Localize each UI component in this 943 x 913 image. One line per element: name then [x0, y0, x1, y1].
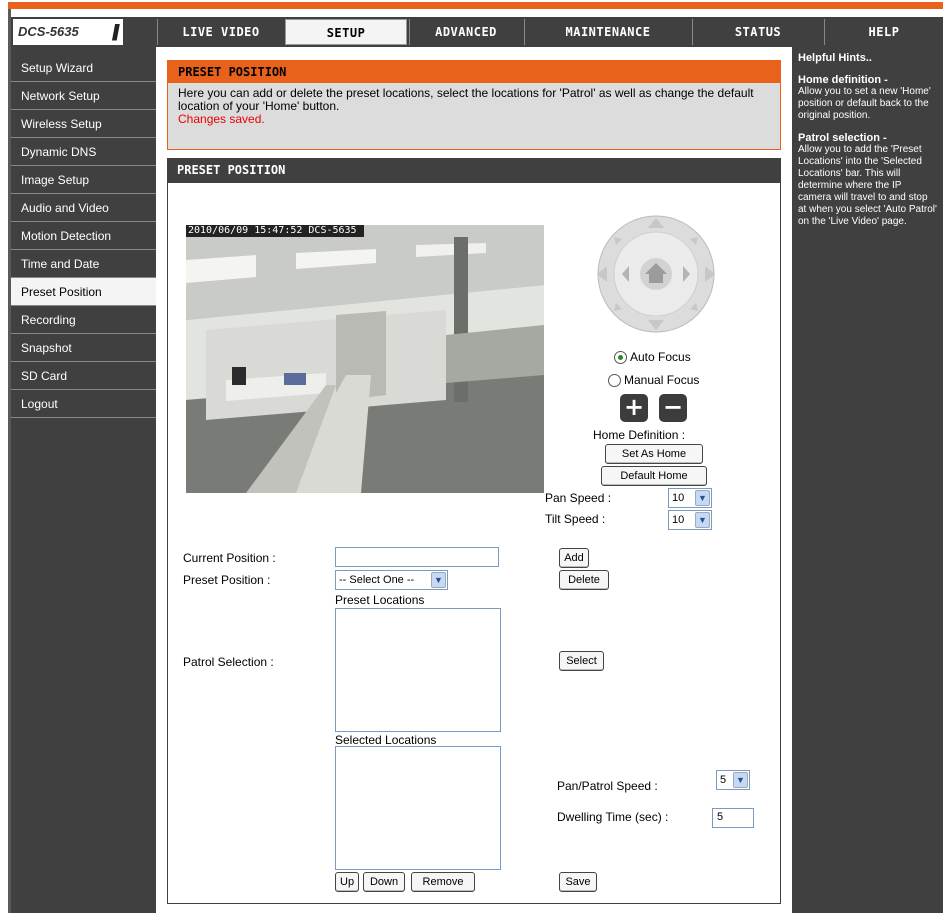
status-message: Changes saved. [178, 112, 265, 126]
preset-position-select[interactable]: -- Select One -- ▼ [335, 570, 448, 590]
tab-live-video[interactable]: LIVE VIDEO [158, 19, 284, 45]
help-patrol-title: Patrol selection - [798, 132, 887, 144]
sidebar-item-snapshot[interactable]: Snapshot [11, 334, 156, 362]
camera-view: 2010/06/09 15:47:52 DCS-5635 [186, 225, 544, 493]
dwelling-time-input[interactable]: 5 [712, 808, 754, 828]
sidebar-item-setup-wizard[interactable]: Setup Wizard [11, 54, 156, 82]
delete-button[interactable]: Delete [559, 570, 609, 590]
left-margin [0, 9, 8, 913]
sidebar-item-network-setup[interactable]: Network Setup [11, 82, 156, 110]
remove-button[interactable]: Remove [411, 872, 475, 892]
set-as-home-button[interactable]: Set As Home [605, 444, 703, 464]
intro-text: Here you can add or delete the preset lo… [178, 86, 754, 113]
help-home-text: Allow you to set a new 'Home' position o… [798, 86, 931, 121]
intro-title: PRESET POSITION [168, 61, 780, 83]
sidebar-item-wireless-setup[interactable]: Wireless Setup [11, 110, 156, 138]
camera-timestamp: 2010/06/09 15:47:52 DCS-5635 [188, 225, 357, 236]
sidebar-item-recording[interactable]: Recording [11, 306, 156, 334]
sidebar-item-dynamic-dns[interactable]: Dynamic DNS [11, 138, 156, 166]
help-panel: Helpful Hints.. Home definition - Allow … [792, 47, 943, 913]
tab-status[interactable]: STATUS [693, 19, 823, 45]
tab-help[interactable]: HELP [825, 19, 943, 45]
selected-locations-list[interactable] [335, 746, 501, 870]
pan-speed-value: 10 [672, 492, 685, 504]
chevron-down-icon: ▼ [431, 572, 446, 588]
tilt-speed-label: Tilt Speed : [545, 512, 606, 526]
home-definition-label: Home Definition : [593, 428, 686, 442]
preset-position-label: Preset Position : [183, 573, 271, 587]
tab-maintenance[interactable]: MAINTENANCE [525, 19, 691, 45]
manual-focus-radio[interactable] [608, 374, 621, 387]
select-button[interactable]: Select [559, 651, 604, 671]
down-button[interactable]: Down [363, 872, 405, 892]
top-accent-bar [8, 2, 943, 9]
tab-advanced[interactable]: ADVANCED [410, 19, 522, 45]
logo-text: DCS-5635 [18, 24, 79, 39]
product-logo: DCS-5635 // [13, 19, 123, 45]
help-home-title: Home definition - [798, 74, 888, 86]
sidebar-item-time-date[interactable]: Time and Date [11, 250, 156, 278]
patrol-selection-label: Patrol Selection : [183, 655, 274, 669]
sidebar-item-sd-card[interactable]: SD Card [11, 362, 156, 390]
add-button[interactable]: Add [559, 548, 589, 568]
selected-locations-label: Selected Locations [335, 733, 437, 747]
save-button[interactable]: Save [559, 872, 597, 892]
sidebar-item-logout[interactable]: Logout [11, 390, 156, 418]
auto-focus-radio[interactable] [614, 351, 627, 364]
pan-patrol-speed-label: Pan/Patrol Speed : [557, 779, 658, 793]
ptz-control-pad[interactable] [592, 215, 720, 333]
chevron-down-icon: ▼ [733, 772, 748, 788]
help-title: Helpful Hints.. [798, 52, 872, 64]
help-patrol-text: Allow you to add the 'Preset Locations' … [798, 144, 937, 227]
dwelling-time-label: Dwelling Time (sec) : [557, 810, 669, 824]
preset-section-title: PRESET POSITION [167, 158, 781, 182]
default-home-button[interactable]: Default Home [601, 466, 707, 486]
manual-focus-label: Manual Focus [624, 373, 700, 387]
logo-slashes-icon: // [111, 20, 120, 45]
auto-focus-label: Auto Focus [630, 350, 691, 364]
pan-speed-select[interactable]: 10 ▼ [668, 488, 712, 508]
zoom-out-icon[interactable]: − [659, 394, 687, 422]
pan-speed-label: Pan Speed : [545, 491, 612, 505]
current-position-input[interactable] [335, 547, 499, 567]
chevron-down-icon: ▼ [695, 490, 710, 506]
preset-locations-list[interactable] [335, 608, 501, 732]
preset-locations-label: Preset Locations [335, 593, 425, 607]
sidebar-item-motion-detection[interactable]: Motion Detection [11, 222, 156, 250]
current-position-label: Current Position : [183, 551, 276, 565]
chevron-down-icon: ▼ [695, 512, 710, 528]
tab-setup[interactable]: SETUP [285, 19, 407, 45]
preset-position-value: -- Select One -- [339, 574, 415, 586]
up-button[interactable]: Up [335, 872, 359, 892]
zoom-in-icon[interactable]: + [620, 394, 648, 422]
sidebar-item-preset-position[interactable]: Preset Position [11, 278, 156, 306]
tilt-speed-select[interactable]: 10 ▼ [668, 510, 712, 530]
intro-section: PRESET POSITION Here you can add or dele… [167, 60, 781, 150]
pan-patrol-speed-select[interactable]: 5 ▼ [716, 770, 750, 790]
sidebar-item-image-setup[interactable]: Image Setup [11, 166, 156, 194]
sidebar-item-audio-video[interactable]: Audio and Video [11, 194, 156, 222]
pan-patrol-speed-value: 5 [720, 774, 727, 786]
tilt-speed-value: 10 [672, 514, 685, 526]
